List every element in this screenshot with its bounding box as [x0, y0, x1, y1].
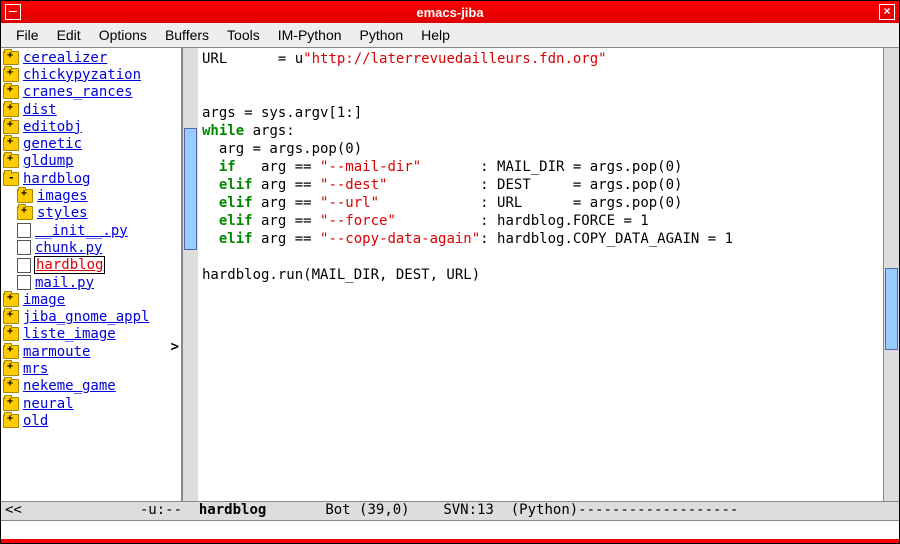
- tree-item-images[interactable]: images: [1, 187, 181, 204]
- file-tree[interactable]: cerealizerchickypyzationcranes_rancesdis…: [1, 48, 182, 501]
- tree-item-old[interactable]: old: [1, 412, 181, 429]
- tree-label: hardblog: [35, 257, 104, 273]
- tree-item-image[interactable]: image: [1, 291, 181, 308]
- folder-icon: [3, 68, 19, 82]
- scrollbar-thumb[interactable]: [885, 268, 898, 350]
- tree-item-nekeme-game[interactable]: nekeme_game: [1, 378, 181, 395]
- tree-label: mail.py: [35, 275, 94, 291]
- folder-icon: [3, 327, 19, 341]
- window-menu-icon[interactable]: [5, 4, 21, 20]
- folder-icon: [3, 293, 19, 307]
- buffer-name: hardblog: [199, 502, 266, 518]
- file-icon: [17, 258, 31, 273]
- tree-item-mrs[interactable]: mrs: [1, 360, 181, 377]
- string-literal: "http://laterrevuedailleurs.fdn.org": [303, 51, 606, 67]
- folder-icon: [17, 189, 33, 203]
- tree-item-jiba-gnome-appl[interactable]: jiba_gnome_appl: [1, 308, 181, 325]
- tree-label: hardblog: [23, 171, 90, 187]
- folder-icon: [3, 120, 19, 134]
- folder-icon: [3, 172, 19, 186]
- folder-icon: [3, 397, 19, 411]
- tree-label: old: [23, 413, 48, 429]
- scrollbar-thumb[interactable]: [184, 128, 197, 250]
- tree-item-hardblog[interactable]: hardblog: [1, 257, 181, 274]
- tree-label: images: [37, 188, 88, 204]
- tree-label: jiba_gnome_appl: [23, 309, 149, 325]
- tree-label: __init__.py: [35, 223, 128, 239]
- tree-item-cranes-rances[interactable]: cranes_rances: [1, 84, 181, 101]
- minibuffer[interactable]: [1, 520, 899, 539]
- tree-label: neural: [23, 396, 74, 412]
- editor-scrollbar[interactable]: [883, 48, 899, 501]
- emacs-window: emacs-jiba × File Edit Options Buffers T…: [0, 0, 900, 544]
- tree-label: cranes_rances: [23, 84, 133, 100]
- window-title: emacs-jiba: [416, 5, 483, 20]
- tree-label: marmoute: [23, 344, 90, 360]
- tree-label: dist: [23, 102, 57, 118]
- tree-item-marmoute[interactable]: marmoute: [1, 343, 181, 360]
- keyword-while: while: [202, 123, 244, 139]
- titlebar[interactable]: emacs-jiba ×: [1, 1, 899, 23]
- tree-item-editobj[interactable]: editobj: [1, 118, 181, 135]
- bottom-border: [1, 539, 899, 543]
- editor-pane: URL = u"http://laterrevuedailleurs.fdn.o…: [198, 48, 899, 501]
- menu-buffers[interactable]: Buffers: [156, 25, 218, 45]
- folder-icon: [3, 51, 19, 65]
- folder-icon: [3, 137, 19, 151]
- tree-label: genetic: [23, 136, 82, 152]
- tree-item-chunk-py[interactable]: chunk.py: [1, 239, 181, 256]
- folder-icon: [3, 362, 19, 376]
- menu-python[interactable]: Python: [351, 25, 413, 45]
- menubar: File Edit Options Buffers Tools IM-Pytho…: [1, 23, 899, 48]
- tree-item-cerealizer[interactable]: cerealizer: [1, 49, 181, 66]
- file-icon: [17, 275, 31, 290]
- file-icon: [17, 223, 31, 238]
- menu-im-python[interactable]: IM-Python: [269, 25, 351, 45]
- tree-item---init---py[interactable]: __init__.py: [1, 222, 181, 239]
- file-icon: [17, 240, 31, 255]
- folder-icon: [3, 379, 19, 393]
- folder-icon: [3, 345, 19, 359]
- folder-icon: [17, 206, 33, 220]
- tree-label: chunk.py: [35, 240, 102, 256]
- tree-item-genetic[interactable]: genetic: [1, 135, 181, 152]
- tree-item-neural[interactable]: neural: [1, 395, 181, 412]
- tree-item-styles[interactable]: styles: [1, 205, 181, 222]
- tree-label: cerealizer: [23, 50, 107, 66]
- tree-label: chickypyzation: [23, 67, 141, 83]
- folder-icon: [3, 414, 19, 428]
- tree-label: editobj: [23, 119, 82, 135]
- code-area[interactable]: URL = u"http://laterrevuedailleurs.fdn.o…: [198, 48, 883, 501]
- tree-item-chickypyzation[interactable]: chickypyzation: [1, 66, 181, 83]
- keyword-elif: elif: [219, 177, 253, 193]
- main-body: cerealizerchickypyzationcranes_rancesdis…: [1, 48, 899, 501]
- tree-label: nekeme_game: [23, 378, 116, 394]
- tree-label: styles: [37, 205, 88, 221]
- tree-item-liste-image[interactable]: liste_image: [1, 326, 181, 343]
- menu-file[interactable]: File: [7, 25, 48, 45]
- tree-item-hardblog[interactable]: hardblog: [1, 170, 181, 187]
- menu-edit[interactable]: Edit: [48, 25, 90, 45]
- folder-icon: [3, 310, 19, 324]
- tree-label: mrs: [23, 361, 48, 377]
- keyword-if: if: [219, 159, 236, 175]
- tree-item-gldump[interactable]: gldump: [1, 153, 181, 170]
- tree-scrollbar[interactable]: [182, 48, 198, 501]
- folder-icon: [3, 154, 19, 168]
- truncation-arrow: >: [171, 339, 179, 355]
- tree-item-dist[interactable]: dist: [1, 101, 181, 118]
- modeline[interactable]: << -u:-- hardblog Bot (39,0) SVN:13 (Pyt…: [1, 501, 899, 520]
- menu-tools[interactable]: Tools: [218, 25, 269, 45]
- tree-label: gldump: [23, 153, 74, 169]
- folder-icon: [3, 85, 19, 99]
- folder-icon: [3, 103, 19, 117]
- menu-options[interactable]: Options: [90, 25, 156, 45]
- tree-label: image: [23, 292, 65, 308]
- close-icon[interactable]: ×: [879, 4, 895, 20]
- tree-item-mail-py[interactable]: mail.py: [1, 274, 181, 291]
- menu-help[interactable]: Help: [412, 25, 459, 45]
- tree-label: liste_image: [23, 326, 116, 342]
